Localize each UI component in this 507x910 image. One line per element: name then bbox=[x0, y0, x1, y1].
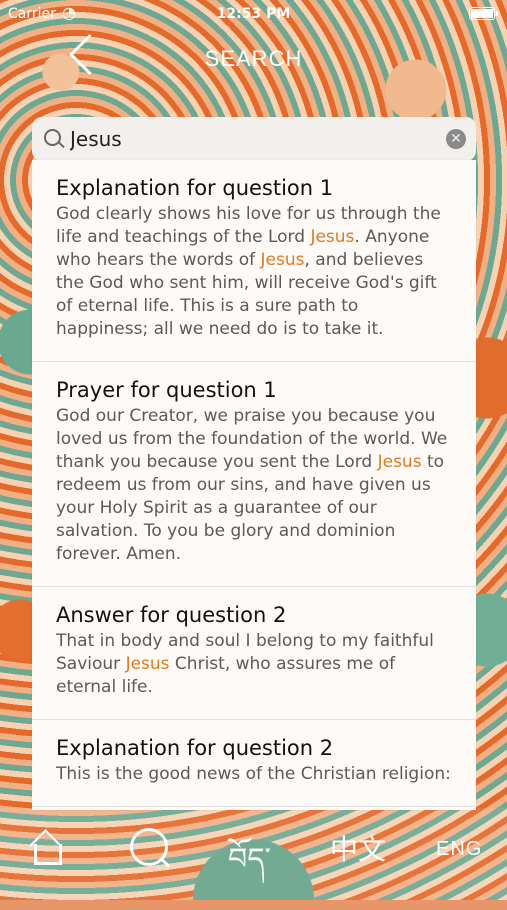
tab-chinese-language[interactable]: 中文 bbox=[330, 828, 386, 868]
status-bar: Carrier ◔ 12:53 PM bbox=[0, 0, 507, 28]
status-time: 12:53 PM bbox=[216, 6, 291, 22]
battery-icon bbox=[469, 7, 498, 20]
result-body: God clearly shows his love for us throug… bbox=[56, 204, 441, 339]
search-icon bbox=[44, 129, 61, 146]
result-body: God our Creator, we praise you because y… bbox=[56, 406, 448, 564]
tab-bar: བོད་ 中文 ENG bbox=[0, 808, 507, 900]
home-icon[interactable] bbox=[28, 828, 64, 865]
tab-tibetan-language[interactable]: བོད་ bbox=[228, 826, 271, 910]
result-body: This is the good news of the Christian r… bbox=[56, 764, 451, 784]
search-results-list: Explanation for question 1 God clearly s… bbox=[32, 160, 476, 810]
result-title: Explanation for question 2 bbox=[56, 736, 334, 760]
result-item[interactable]: Answer for question 2 That in body and s… bbox=[32, 587, 476, 720]
result-title: Explanation for question 1 bbox=[56, 176, 334, 200]
page-title: SEARCH bbox=[204, 46, 303, 71]
tab-english-language[interactable]: ENG bbox=[436, 838, 482, 861]
search-input[interactable] bbox=[70, 126, 430, 152]
navigation-bar: SEARCH bbox=[0, 28, 507, 92]
result-item[interactable]: Explanation for question 1 God clearly s… bbox=[32, 160, 476, 362]
search-tab-icon[interactable] bbox=[130, 828, 168, 866]
result-item[interactable]: Explanation for question 2 This is the g… bbox=[32, 720, 476, 807]
clear-search-icon[interactable]: ✕ bbox=[446, 129, 466, 149]
result-item[interactable]: Prayer for question 1 God our Creator, w… bbox=[32, 362, 476, 587]
result-body: That in body and soul I belong to my fai… bbox=[56, 631, 434, 697]
search-bar: ✕ bbox=[32, 117, 476, 161]
result-title: Prayer for question 1 bbox=[56, 378, 277, 402]
result-title: Answer for question 2 bbox=[56, 603, 287, 627]
